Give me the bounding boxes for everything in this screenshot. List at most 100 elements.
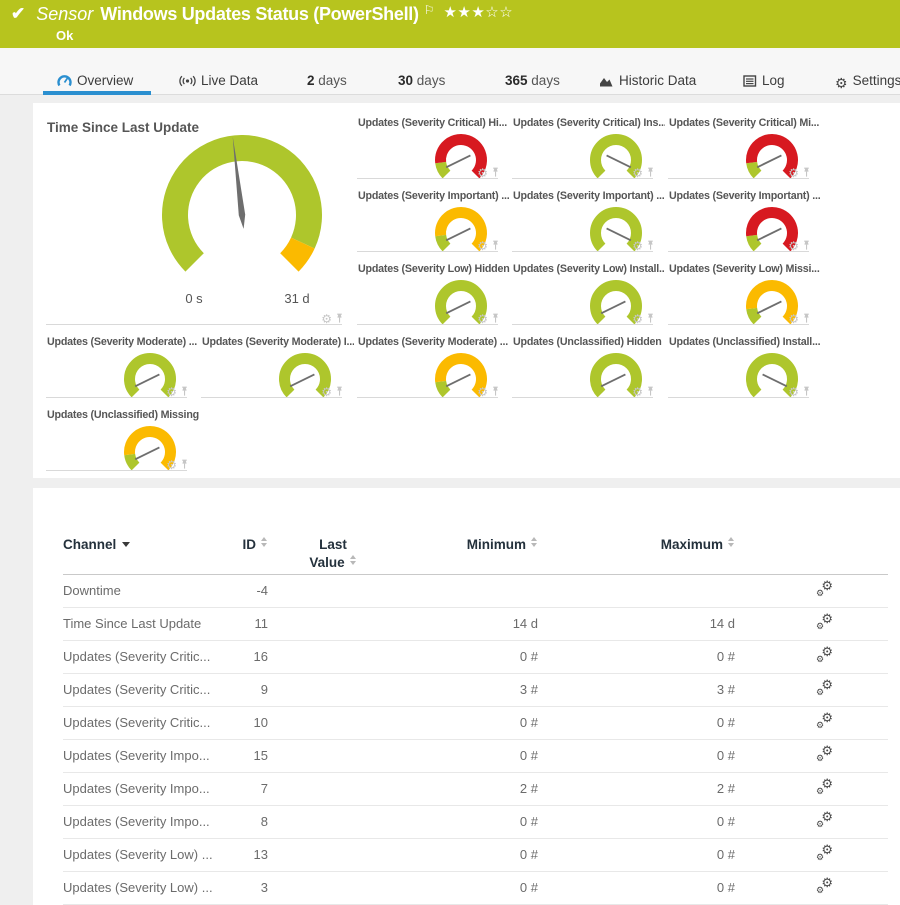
gauge-tile[interactable]: Updates (Severity Critical) Ins...⚙ <box>510 111 665 184</box>
pin-icon[interactable] <box>802 386 811 397</box>
pin-icon[interactable] <box>646 240 655 251</box>
main-gauge-tile[interactable]: Time Since Last Update0 s31 d⚙ <box>44 111 354 330</box>
gear-icon[interactable]: ⚙ <box>632 314 643 324</box>
rating-stars[interactable]: ★★★☆☆ <box>443 3 513 21</box>
column-header-channel[interactable]: Channel <box>63 536 223 574</box>
tab-2-days[interactable]: 2 days <box>307 73 347 95</box>
gear-icon[interactable]: ⚙ <box>321 387 332 397</box>
gear-icon[interactable]: ⚙ <box>788 168 799 178</box>
tab-live-data[interactable]: Live Data <box>179 73 258 95</box>
gear-icon[interactable]: ⚙ <box>477 241 488 251</box>
channel-id: 10 <box>223 706 268 739</box>
gear-icon[interactable]: ⚙ <box>788 241 799 251</box>
pin-icon[interactable] <box>180 386 189 397</box>
pin-icon[interactable] <box>491 240 500 251</box>
column-header-last-value[interactable]: LastValue <box>268 536 398 574</box>
gear-icon[interactable]: ⚙ <box>166 387 177 397</box>
pin-icon[interactable] <box>646 167 655 178</box>
flag-icon[interactable]: ⚐ <box>424 3 435 17</box>
gauge-tile[interactable]: Updates (Unclassified) Install...⚙ <box>666 330 821 403</box>
channel-settings-icon[interactable]: ⚙⚙ <box>815 647 833 663</box>
pin-icon[interactable] <box>491 167 500 178</box>
gauge-tile[interactable]: Updates (Severity Low) Install...⚙ <box>510 257 665 330</box>
pin-icon[interactable] <box>646 313 655 324</box>
tab-historic-data[interactable]: Historic Data <box>599 73 696 95</box>
gauge-tile[interactable]: Updates (Unclassified) Hidden⚙ <box>510 330 665 403</box>
channel-name[interactable]: Updates (Severity Critic... <box>63 706 223 739</box>
channel-name[interactable]: Downtime <box>63 574 223 607</box>
gear-icon[interactable]: ⚙ <box>477 168 488 178</box>
gear-icon[interactable]: ⚙ <box>632 241 643 251</box>
channel-maximum: 3 # <box>538 673 735 706</box>
gear-icon[interactable]: ⚙ <box>477 387 488 397</box>
channel-settings-icon[interactable]: ⚙⚙ <box>815 779 833 795</box>
channel-settings-icon[interactable]: ⚙⚙ <box>815 581 833 597</box>
gauge-title: Updates (Severity Moderate) ... <box>44 330 199 348</box>
gauge-tile[interactable]: Updates (Severity Moderate) ...⚙ <box>355 330 510 403</box>
tab-365-days[interactable]: 365 days <box>505 73 560 95</box>
table-row: Updates (Severity Critic...160 #0 #⚙⚙ <box>63 640 888 673</box>
channel-name[interactable]: Updates (Severity Impo... <box>63 772 223 805</box>
gauge-tile[interactable]: Updates (Severity Important) ...⚙ <box>510 184 665 257</box>
gear-icon[interactable]: ⚙ <box>788 314 799 324</box>
channel-settings-icon[interactable]: ⚙⚙ <box>815 812 833 828</box>
gear-icon[interactable]: ⚙ <box>632 168 643 178</box>
gauge-title: Updates (Severity Low) Missi... <box>666 257 821 275</box>
pin-icon[interactable] <box>802 240 811 251</box>
table-row: Time Since Last Update1114 d14 d⚙⚙ <box>63 607 888 640</box>
tab-settings[interactable]: ⚙Settings <box>835 73 900 95</box>
pin-icon[interactable] <box>802 167 811 178</box>
tab-log[interactable]: Log <box>743 73 785 95</box>
channel-name[interactable]: Updates (Severity Impo... <box>63 805 223 838</box>
gauge-tile[interactable]: Updates (Severity Low) Missi... ⚙ <box>666 257 821 330</box>
channel-settings-icon[interactable]: ⚙⚙ <box>815 713 833 729</box>
channel-name[interactable]: Updates (Severity Critic... <box>63 640 223 673</box>
pin-icon[interactable] <box>491 313 500 324</box>
sensor-header: ✔ Sensor Windows Updates Status (PowerSh… <box>0 0 900 48</box>
column-header-id[interactable]: ID <box>223 536 268 574</box>
gear-icon[interactable]: ⚙ <box>477 314 488 324</box>
table-row: Updates (Severity Impo...80 #0 #⚙⚙ <box>63 805 888 838</box>
gear-icon[interactable]: ⚙ <box>166 460 177 470</box>
gauge-tile[interactable]: Updates (Severity Critical) Mi...⚙ <box>666 111 821 184</box>
channel-name[interactable]: Updates (Severity Critic... <box>63 673 223 706</box>
pin-icon[interactable] <box>335 313 344 324</box>
channel-settings-icon[interactable]: ⚙⚙ <box>815 680 833 696</box>
pin-icon[interactable] <box>491 386 500 397</box>
gauge-tile[interactable]: Updates (Severity Important) ...⚙ <box>666 184 821 257</box>
tab-overview[interactable]: Overview <box>57 73 133 95</box>
gauge-tile[interactable]: Updates (Severity Moderate) ... ⚙ <box>44 330 199 403</box>
tab-30-days[interactable]: 30 days <box>398 73 445 95</box>
pin-icon[interactable] <box>646 386 655 397</box>
channel-settings-icon[interactable]: ⚙⚙ <box>815 878 833 894</box>
channel-name[interactable]: Updates (Severity Impo... <box>63 739 223 772</box>
gauge-tile[interactable]: Updates (Severity Low) Hidden⚙ <box>355 257 510 330</box>
channel-settings-icon[interactable]: ⚙⚙ <box>815 614 833 630</box>
gear-icon[interactable]: ⚙ <box>632 387 643 397</box>
column-header-maximum[interactable]: Maximum <box>538 536 735 574</box>
channel-name[interactable]: Time Since Last Update <box>63 607 223 640</box>
pin-icon[interactable] <box>802 313 811 324</box>
channel-last-value <box>268 739 398 772</box>
gear-icon[interactable]: ⚙ <box>321 314 332 324</box>
channel-maximum: 0 # <box>538 640 735 673</box>
tab-bar: Overview Live Data 2 days 30 days 365 days Hi… <box>0 48 900 95</box>
gear-icon[interactable]: ⚙ <box>788 387 799 397</box>
channel-name[interactable]: Updates (Severity Low) ... <box>63 871 223 904</box>
pin-icon[interactable] <box>180 459 189 470</box>
gauge-tile[interactable]: Updates (Unclassified) Missing⚙ <box>44 403 199 476</box>
channel-name[interactable]: Updates (Severity Low) ... <box>63 838 223 871</box>
channel-last-value <box>268 673 398 706</box>
gauge-tile[interactable]: Updates (Severity Moderate) I...⚙ <box>199 330 354 403</box>
log-icon <box>743 75 757 90</box>
gauge-tile[interactable]: Updates (Severity Critical) Hi...⚙ <box>355 111 510 184</box>
channel-settings-icon[interactable]: ⚙⚙ <box>815 746 833 762</box>
channel-last-value <box>268 871 398 904</box>
channel-last-value <box>268 706 398 739</box>
channel-settings-icon[interactable]: ⚙⚙ <box>815 845 833 861</box>
gauge-tile[interactable]: Updates (Severity Important) ...⚙ <box>355 184 510 257</box>
channel-minimum: 0 # <box>398 871 538 904</box>
table-row: Updates (Severity Low) ...30 #0 #⚙⚙ <box>63 871 888 904</box>
pin-icon[interactable] <box>335 386 344 397</box>
column-header-minimum[interactable]: Minimum <box>398 536 538 574</box>
